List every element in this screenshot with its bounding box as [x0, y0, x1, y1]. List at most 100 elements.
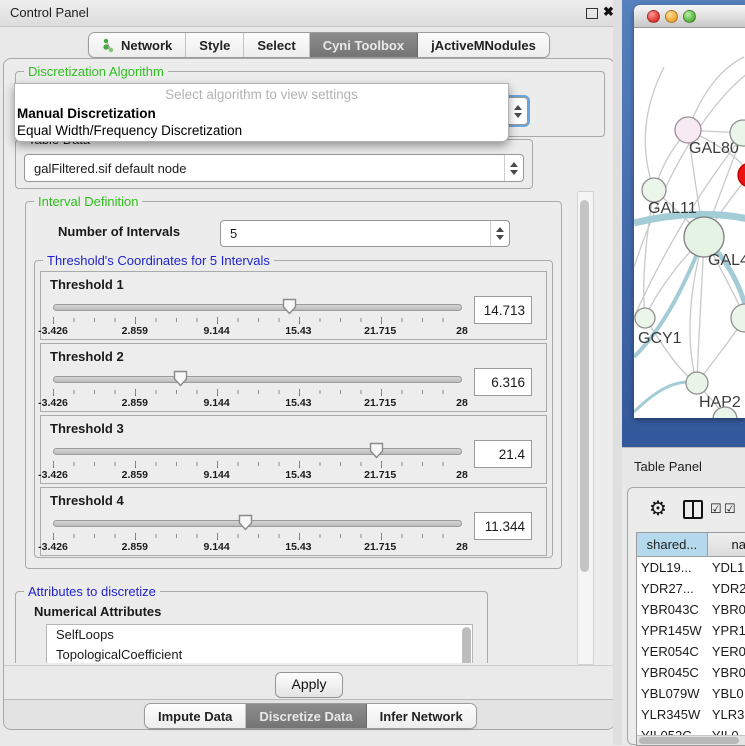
- slider-minor-ticks: [53, 462, 463, 466]
- table-cell-name[interactable]: YBR0: [708, 599, 745, 620]
- scrollbar-thumb[interactable]: [580, 200, 589, 572]
- network-node[interactable]: [738, 163, 745, 187]
- table-cell-shared-name[interactable]: YPR145W: [637, 620, 708, 641]
- table-row[interactable]: YER054C YER0: [637, 641, 745, 662]
- slider-thumb-icon[interactable]: [238, 514, 253, 531]
- network-node[interactable]: [731, 304, 745, 332]
- numerical-attributes-list: SelfLoopsTopologicalCoefficientBetweenne…: [46, 624, 473, 663]
- settings-vertical-scrollbar[interactable]: [577, 191, 594, 665]
- minimize-traffic-light[interactable]: [665, 10, 678, 23]
- slider-track[interactable]: [53, 520, 462, 527]
- dropdown-item-equal-width-frequency[interactable]: Equal Width/Frequency Discretization: [15, 122, 508, 139]
- tick-label: -3.426: [38, 397, 68, 409]
- checkbox-select-none-icon[interactable]: ☑: [724, 501, 736, 517]
- tab-impute-data[interactable]: Impute Data: [145, 704, 246, 728]
- threshold-slider[interactable]: -3.4262.8599.14415.4321.71528: [53, 370, 462, 408]
- threshold-value-field[interactable]: 11.344: [474, 512, 532, 540]
- slider-track[interactable]: [53, 376, 462, 383]
- network-node[interactable]: [635, 308, 655, 328]
- gear-icon[interactable]: ⚙: [649, 496, 667, 521]
- threshold-value-field[interactable]: 6.316: [474, 368, 532, 396]
- table-row[interactable]: YDR27... YDR2: [637, 578, 745, 599]
- apply-button[interactable]: Apply: [275, 672, 343, 698]
- network-node[interactable]: [686, 372, 708, 394]
- close-traffic-light[interactable]: [647, 10, 660, 23]
- table-cell-shared-name[interactable]: YIL052C: [637, 725, 708, 735]
- table-cell-name[interactable]: YLR3: [708, 704, 745, 725]
- table-cell-shared-name[interactable]: YBL079W: [637, 683, 708, 704]
- slider-thumb-icon[interactable]: [173, 370, 188, 387]
- network-canvas[interactable]: GAL80GACGAL11GAL4GCY1HHAP2: [634, 27, 745, 418]
- threshold-slider[interactable]: -3.4262.8599.14415.4321.71528: [53, 442, 462, 480]
- slider-thumb-icon[interactable]: [282, 298, 297, 315]
- dropdown-prompt-item[interactable]: Select algorithm to view settings: [15, 84, 508, 105]
- cyni-toolbox-panel: Discretization Algorithm Select algorith…: [3, 58, 615, 730]
- float-window-icon[interactable]: [586, 8, 598, 19]
- network-window-titlebar[interactable]: [634, 5, 745, 28]
- table-data-group: Table Data galFiltered.sif default node: [15, 139, 533, 189]
- network-node[interactable]: [642, 178, 666, 202]
- table-cell-name[interactable]: YPR1: [708, 620, 745, 641]
- table-cell-shared-name[interactable]: YDL19...: [637, 557, 708, 578]
- table-cell-shared-name[interactable]: YDR27...: [637, 578, 708, 599]
- tab-style[interactable]: Style: [186, 33, 244, 57]
- column-header-shared-name[interactable]: shared...: [637, 533, 708, 557]
- slider-track[interactable]: [53, 448, 462, 455]
- tab-network[interactable]: Network: [89, 33, 186, 57]
- dropdown-item-manual-discretization[interactable]: Manual Discretization: [15, 105, 508, 122]
- tick-label: 21.715: [364, 469, 396, 481]
- table-row[interactable]: YBR043C YBR0: [637, 599, 745, 620]
- table-row[interactable]: YDL19... YDL1: [637, 557, 745, 578]
- threshold-value-field[interactable]: 14.713: [474, 296, 532, 324]
- combo-arrows-icon: [490, 221, 509, 246]
- table-cell-name[interactable]: YIL0: [708, 725, 745, 735]
- table-cell-name[interactable]: YDL1: [708, 557, 745, 578]
- tab-jactivemnodules[interactable]: jActiveMNodules: [418, 33, 549, 57]
- attribute-list-item[interactable]: SelfLoops: [47, 625, 472, 645]
- split-columns-icon[interactable]: [683, 500, 703, 519]
- algorithm-dropdown-popup: Select algorithm to view settings Manual…: [14, 83, 509, 142]
- tick-label: 28: [456, 397, 468, 409]
- table-cell-shared-name[interactable]: YBR045C: [637, 662, 708, 683]
- slider-thumb-icon[interactable]: [369, 442, 384, 459]
- tab-cyni-toolbox-label: Cyni Toolbox: [323, 38, 404, 53]
- table-row[interactable]: YLR345W YLR3: [637, 704, 745, 725]
- column-header-name[interactable]: na: [708, 533, 745, 557]
- table-row[interactable]: YPR145W YPR1: [637, 620, 745, 641]
- threshold-slider[interactable]: -3.4262.8599.14415.4321.71528: [53, 298, 462, 336]
- table-cell-shared-name[interactable]: YER054C: [637, 641, 708, 662]
- table-data-combo[interactable]: galFiltered.sif default node: [24, 154, 524, 182]
- table-cell-name[interactable]: YER0: [708, 641, 745, 662]
- tab-discretize-data-label: Discretize Data: [259, 709, 352, 724]
- tab-cyni-toolbox[interactable]: Cyni Toolbox: [310, 33, 418, 57]
- table-cell-shared-name[interactable]: YLR345W: [637, 704, 708, 725]
- tab-discretize-data[interactable]: Discretize Data: [246, 704, 366, 728]
- tick-label: 2.859: [122, 397, 148, 409]
- network-node[interactable]: [684, 217, 724, 257]
- control-panel-titlebar: Control Panel ✖: [0, 0, 622, 27]
- table-row[interactable]: YBR045C YBR0: [637, 662, 745, 683]
- table-cell-name[interactable]: YBR0: [708, 662, 745, 683]
- scrollbar-thumb[interactable]: [639, 737, 739, 744]
- threshold-slider[interactable]: -3.4262.8599.14415.4321.71528: [53, 514, 462, 552]
- table-cell-shared-name[interactable]: YBR043C: [637, 599, 708, 620]
- tab-infer-network[interactable]: Infer Network: [367, 704, 476, 728]
- zoom-traffic-light[interactable]: [683, 10, 696, 23]
- table-row[interactable]: YIL052C YIL0: [637, 725, 745, 735]
- table-row[interactable]: YBL079W YBL0: [637, 683, 745, 704]
- tick-label: -3.426: [38, 325, 68, 337]
- slider-track[interactable]: [53, 304, 462, 311]
- checkbox-select-all-icon[interactable]: ☑: [710, 501, 722, 517]
- tick-label: 21.715: [364, 397, 396, 409]
- network-node-label: GAL11: [648, 200, 697, 217]
- attribute-list-item[interactable]: TopologicalCoefficient: [47, 645, 472, 663]
- table-cell-name[interactable]: YDR2: [708, 578, 745, 599]
- attributes-list-scrollbar[interactable]: [462, 627, 471, 663]
- threshold-value-field[interactable]: 21.4: [474, 440, 532, 468]
- number-of-intervals-combo[interactable]: 5: [220, 220, 510, 247]
- table-horizontal-scrollbar[interactable]: [637, 735, 745, 746]
- tab-select-label: Select: [257, 38, 295, 53]
- interval-definition-group: Interval Definition Number of Intervals …: [25, 201, 562, 569]
- tab-select[interactable]: Select: [244, 33, 309, 57]
- table-cell-name[interactable]: YBL0: [708, 683, 745, 704]
